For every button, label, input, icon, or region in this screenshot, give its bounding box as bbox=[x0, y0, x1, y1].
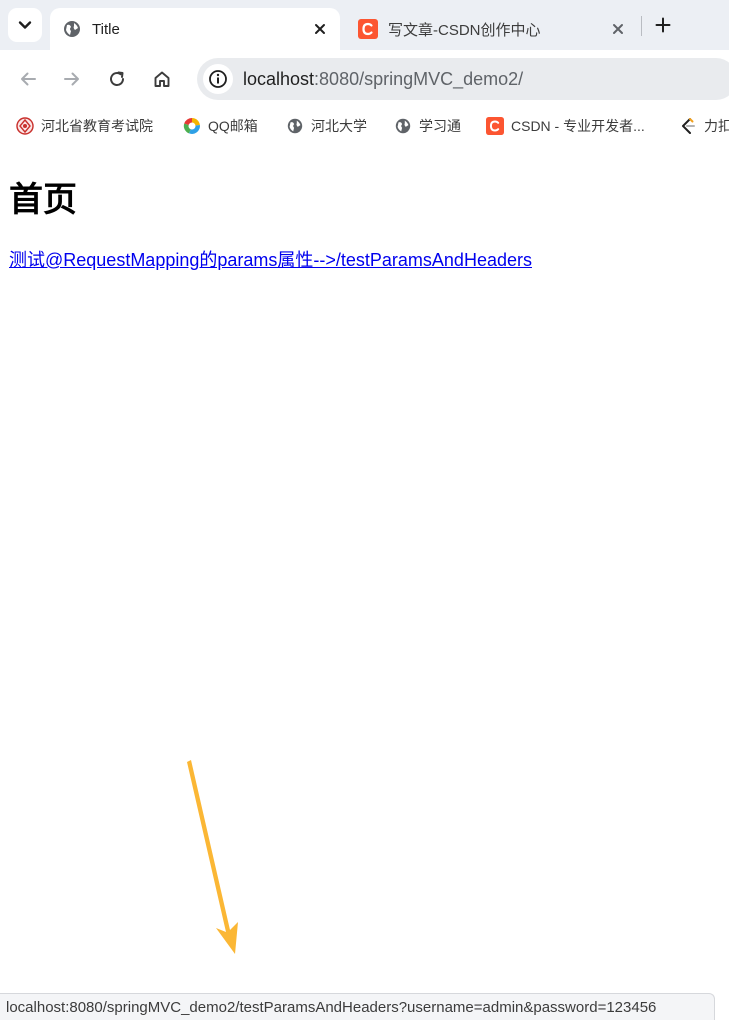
arrow-down-icon bbox=[187, 760, 238, 954]
address-url[interactable]: localhost:8080/springMVC_demo2/ bbox=[243, 69, 523, 90]
tab-separator bbox=[641, 16, 642, 36]
new-tab-button[interactable] bbox=[648, 10, 678, 40]
arrow-right-icon bbox=[64, 72, 79, 86]
home-button[interactable] bbox=[147, 64, 177, 94]
status-bar: localhost:8080/springMVC_demo2/testParam… bbox=[0, 993, 715, 1020]
qq-mail-icon bbox=[183, 117, 200, 134]
home-icon bbox=[154, 71, 170, 87]
browser-toolbar: localhost:8080/springMVC_demo2/ bbox=[0, 50, 729, 108]
back-button[interactable] bbox=[13, 64, 43, 94]
globe-icon bbox=[64, 21, 80, 37]
bookmark-label: 学习通 bbox=[419, 118, 461, 134]
address-bar[interactable]: localhost:8080/springMVC_demo2/ bbox=[197, 58, 729, 100]
site-info-button[interactable] bbox=[203, 64, 233, 94]
bookmark-hebei-university[interactable]: 河北大学 bbox=[286, 116, 367, 136]
bookmark-label: 力扣 bbox=[704, 118, 729, 134]
tab-label: Title bbox=[92, 20, 120, 38]
info-icon bbox=[209, 70, 227, 88]
tab-close-button[interactable] bbox=[606, 17, 630, 41]
tab-strip: Title 写文章-CSDN创作中心 bbox=[0, 0, 729, 50]
tab-title[interactable]: Title bbox=[50, 8, 340, 50]
globe-icon bbox=[395, 118, 411, 134]
csdn-logo-icon bbox=[486, 117, 504, 135]
close-icon bbox=[613, 24, 623, 34]
browser-window: Title 写文章-CSDN创作中心 localhost:8080/spring… bbox=[0, 0, 729, 1020]
bookmark-label: QQ邮箱 bbox=[208, 118, 258, 134]
url-host: localhost bbox=[243, 68, 315, 89]
tab-csdn-editor[interactable]: 写文章-CSDN创作中心 bbox=[348, 8, 638, 50]
url-path: :8080/springMVC_demo2/ bbox=[314, 68, 524, 89]
page-heading: 首页 bbox=[9, 180, 77, 220]
bookmark-hebei-exam[interactable]: 河北省教育考试院 bbox=[16, 116, 153, 136]
tab-close-button[interactable] bbox=[308, 17, 332, 41]
bookmark-qq-mail[interactable]: QQ邮箱 bbox=[183, 116, 258, 136]
bookmark-xuexitong[interactable]: 学习通 bbox=[394, 116, 461, 136]
csdn-logo-icon bbox=[358, 19, 378, 39]
reload-icon bbox=[110, 71, 124, 86]
bookmark-label: 河北大学 bbox=[311, 118, 367, 134]
close-icon bbox=[315, 24, 325, 34]
plus-icon bbox=[655, 17, 671, 33]
bookmark-label: 河北省教育考试院 bbox=[41, 118, 153, 134]
arrow-left-icon bbox=[21, 72, 36, 86]
tab-label: 写文章-CSDN创作中心 bbox=[388, 21, 541, 39]
globe-icon bbox=[287, 118, 303, 134]
tab-search-button[interactable] bbox=[8, 8, 42, 42]
test-params-link[interactable]: 测试@RequestMapping的params属性-->/testParams… bbox=[9, 246, 532, 272]
forward-button[interactable] bbox=[57, 64, 87, 94]
bookmark-label: CSDN - 专业开发者... bbox=[511, 118, 645, 134]
bookmark-leetcode[interactable]: 力扣 bbox=[679, 116, 729, 136]
chevron-down-icon bbox=[18, 21, 32, 29]
exam-institute-icon bbox=[16, 117, 34, 135]
reload-button[interactable] bbox=[102, 64, 132, 94]
bookmark-csdn[interactable]: CSDN - 专业开发者... bbox=[486, 116, 645, 136]
bookmarks-bar: 河北省教育考试院 QQ邮箱 河北大学 学习通 CSDN - 专业开发者... 力… bbox=[0, 108, 729, 144]
leetcode-icon bbox=[682, 118, 695, 134]
